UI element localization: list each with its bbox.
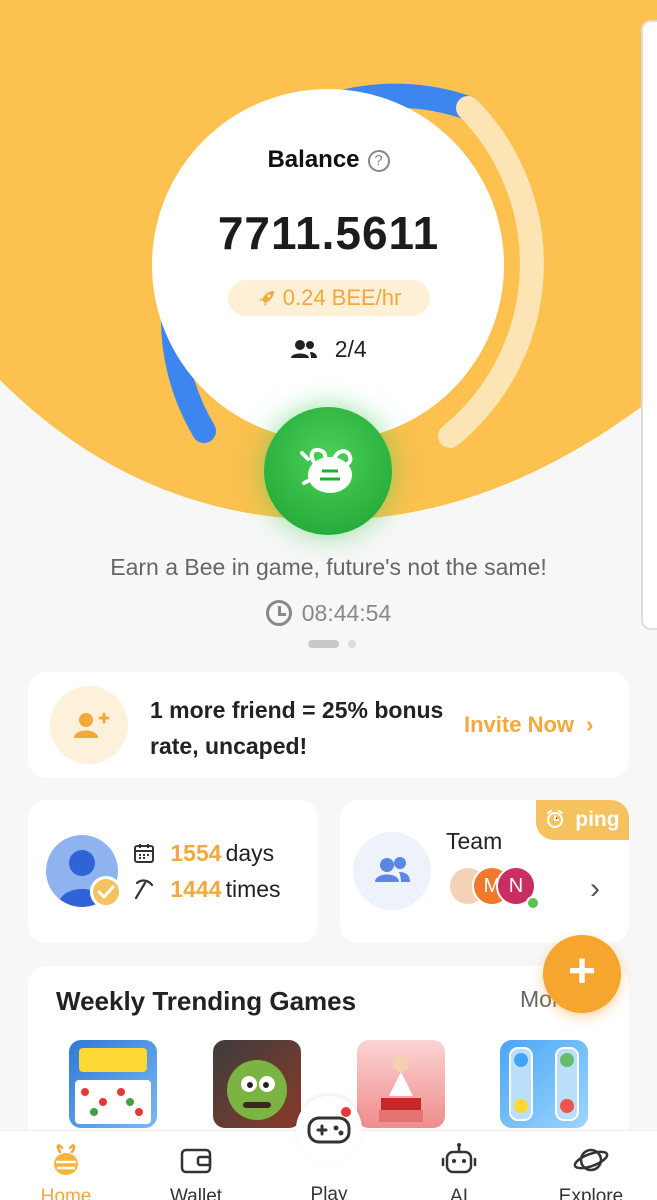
nav-play-label: Play [310, 1184, 348, 1200]
game-tile-3[interactable] [357, 1040, 445, 1128]
nav-home-label: Home [40, 1186, 92, 1200]
invite-now-link[interactable]: Invite Now › [464, 712, 593, 738]
nav-explore[interactable]: Explore [541, 1140, 641, 1200]
mining-rate-text: 0.24 BEE/hr [282, 285, 402, 310]
nav-ai[interactable]: AI [409, 1140, 509, 1200]
countdown-timer: 08:44:54 [0, 600, 657, 627]
timer-value: 08:44:54 [301, 600, 392, 626]
days-label: days [225, 840, 275, 866]
users-icon [290, 336, 334, 362]
stat-days: 1554 days [132, 840, 274, 867]
nav-wallet-label: Wallet [169, 1186, 223, 1200]
balance-value: 7711.5611 [217, 207, 440, 259]
times-label: times [225, 876, 281, 902]
mine-button[interactable] [264, 407, 392, 535]
alarm-clock-icon [545, 808, 575, 831]
gamepad-icon [307, 1107, 351, 1144]
chevron-right-icon: › [586, 712, 594, 737]
online-status-dot [526, 896, 540, 910]
game-tile-2[interactable] [213, 1040, 301, 1128]
members-count: 2/4 [0, 336, 657, 363]
nav-explore-label: Explore [558, 1186, 624, 1200]
question-circle-icon[interactable]: ? [367, 150, 390, 172]
carousel-indicator[interactable] [308, 640, 368, 648]
carousel-dot-active[interactable] [308, 640, 339, 648]
chevron-right-icon[interactable]: › [590, 872, 600, 906]
planet-icon [573, 1148, 609, 1172]
nav-home[interactable]: Home [16, 1140, 116, 1200]
pickaxe-icon [132, 876, 170, 902]
robot-icon [441, 1143, 477, 1174]
days-value: 1554 [170, 840, 222, 866]
clock-icon [265, 600, 292, 626]
wallet-icon [180, 1148, 212, 1174]
ping-button[interactable]: ping [536, 800, 629, 840]
team-label: Team [446, 828, 503, 854]
side-panel-edge[interactable] [641, 20, 657, 630]
slogan-text: Earn a Bee in game, future's not the sam… [110, 554, 547, 580]
carousel-dot[interactable] [348, 640, 356, 648]
play-tab-button[interactable] [296, 1096, 362, 1162]
ping-label: ping [575, 808, 620, 831]
bee-icon [54, 1144, 78, 1175]
game-tile-1[interactable] [69, 1040, 157, 1128]
games-title: Weekly Trending Games [56, 986, 357, 1016]
balance-label: Balance [267, 146, 360, 173]
stat-times: 1444 times [132, 876, 281, 903]
bee-icon [300, 448, 353, 493]
nav-ai-label: AI [450, 1186, 468, 1200]
mining-rate-badge: 0.24 BEE/hr [228, 280, 430, 316]
nav-wallet[interactable]: Wallet [146, 1140, 246, 1200]
add-user-icon [50, 686, 128, 764]
invite-now-label: Invite Now [464, 712, 575, 737]
invite-text: 1 more friend = 25% bonus rate, uncaped! [150, 697, 444, 759]
calendar-icon [132, 840, 170, 866]
game-tile-4[interactable] [500, 1040, 588, 1128]
add-button[interactable]: + [543, 935, 621, 1013]
check-icon [90, 876, 122, 908]
times-value: 1444 [170, 876, 222, 902]
balance-title: Balance? [0, 146, 657, 174]
rocket-icon [257, 285, 283, 310]
team-icon [353, 832, 431, 910]
members-value: 2/4 [334, 336, 367, 362]
